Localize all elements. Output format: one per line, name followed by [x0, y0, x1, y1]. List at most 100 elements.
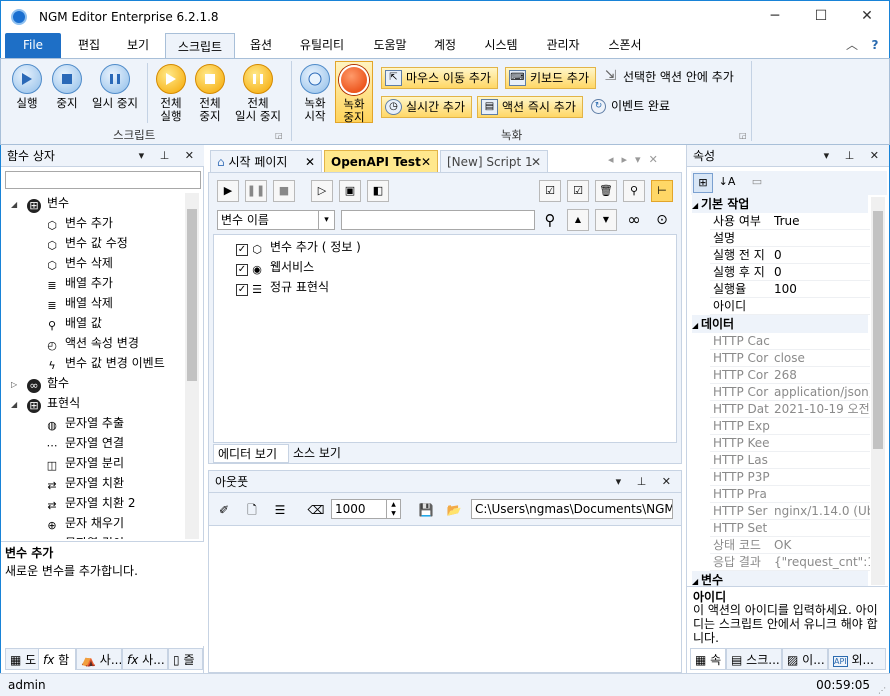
property-value[interactable]: 268	[774, 367, 870, 383]
left-tab-2[interactable]: ⛺ 사...	[76, 648, 122, 670]
delete-icon[interactable]: 🗑	[595, 180, 617, 202]
category-collapse-icon[interactable]: ◢	[692, 577, 701, 586]
right-tab-0[interactable]: ▦ 속	[690, 648, 726, 670]
editor-view-tab[interactable]: 에디터 보기	[213, 444, 289, 463]
menu-admin[interactable]: 관리자	[538, 32, 588, 58]
property-row[interactable]: HTTP Cor 268	[710, 367, 870, 384]
collapse-icon[interactable]: ◢	[11, 395, 23, 415]
collapse-ribbon-icon[interactable]: ︿	[843, 32, 861, 58]
tree-item-3[interactable]: ⬡ 변수 삭제	[45, 253, 113, 273]
menu-edit[interactable]: 편집	[67, 32, 111, 58]
tree-item-0[interactable]: ◢ ⊞ 변수	[11, 193, 69, 213]
loop-icon[interactable]: ∞	[623, 209, 645, 231]
close-window-button[interactable]: ✕	[844, 1, 890, 33]
property-row[interactable]: 아이디	[710, 298, 870, 315]
menu-sponsor[interactable]: 스폰서	[599, 32, 651, 58]
add-in-selected-action-button[interactable]: ⇲ 선택한 액션 안에 추가	[601, 67, 734, 89]
property-row[interactable]: HTTP Las	[710, 452, 870, 469]
right-tab-1[interactable]: ▤ 스크...	[726, 648, 782, 670]
property-value[interactable]: OK	[774, 537, 870, 553]
record-start-button[interactable]: 녹화 시작	[297, 64, 333, 123]
stop-button[interactable]: 중지	[45, 64, 89, 110]
function-tree-scrollbar[interactable]	[185, 193, 199, 539]
tree-item-15[interactable]: ⇄ 문자열 치환 2	[45, 493, 135, 513]
minimize-button[interactable]: ─	[752, 1, 798, 33]
property-row[interactable]: 실행 전 지 0	[710, 247, 870, 264]
menu-account[interactable]: 계정	[425, 32, 465, 58]
file-menu[interactable]: File	[5, 33, 61, 58]
run-all-button[interactable]: 전체 실행	[151, 64, 191, 123]
category-collapse-icon[interactable]: ◢	[692, 321, 701, 330]
property-row[interactable]: HTTP P3P	[710, 469, 870, 486]
expand-icon[interactable]: ▷	[11, 375, 23, 395]
tree-item-17[interactable]: ⊟문자열 길이	[45, 533, 124, 539]
property-row[interactable]: HTTP Cac	[710, 333, 870, 350]
left-tab-3[interactable]: fx 사...	[122, 648, 168, 670]
tree-item-4[interactable]: ≣ 배열 추가	[45, 273, 113, 293]
property-value[interactable]: nginx/1.14.0 (Ubu	[774, 503, 870, 519]
tree-view-icon[interactable]: ⊢	[651, 180, 673, 202]
action-checkbox[interactable]: ✓	[236, 284, 248, 296]
tree-item-5[interactable]: ≣ 배열 삭제	[45, 293, 113, 313]
output-log[interactable]	[209, 525, 681, 672]
stop-all-button[interactable]: 전체 중지	[190, 64, 230, 123]
wrap-lines-icon[interactable]: ☰	[269, 499, 291, 521]
menu-help[interactable]: 도움말	[366, 32, 414, 58]
property-value[interactable]: {"request_cnt":1,	[774, 554, 870, 570]
tree-item-6[interactable]: ⚲ 배열 값	[45, 313, 102, 333]
editor-pause-icon[interactable]: ❚❚	[245, 180, 267, 202]
category-basic[interactable]: ◢ 기본 작업	[692, 195, 868, 213]
properties-scroll-thumb[interactable]	[873, 211, 883, 449]
menu-options[interactable]: 옵션	[241, 32, 281, 58]
tree-item-12[interactable]: ⋯ 문자열 연결	[45, 433, 125, 453]
property-row[interactable]: HTTP Exp	[710, 418, 870, 435]
right-tab-3[interactable]: API 외...	[828, 648, 886, 670]
check-selected-icon[interactable]: ☑	[567, 180, 589, 202]
save-icon[interactable]: 💾	[415, 499, 437, 521]
tree-item-7[interactable]: ◴ 액션 속성 변경	[45, 333, 139, 353]
property-row[interactable]: HTTP Kee	[710, 435, 870, 452]
add-keyboard-button[interactable]: ⌨ 키보드 추가	[505, 67, 597, 89]
property-value[interactable]: 0	[774, 264, 870, 280]
folder-icon[interactable]: 📂	[443, 499, 465, 521]
pause-all-button[interactable]: 전체 일시 중지	[229, 64, 287, 123]
stepper-arrows-icon[interactable]: ▲ ▼	[386, 500, 400, 518]
property-row[interactable]: HTTP Dat 2021-10-19 오전	[710, 401, 870, 418]
tree-item-11[interactable]: ◍ 문자열 추출	[45, 413, 124, 433]
tree-item-9[interactable]: ▷ ∞ 함수	[11, 373, 69, 393]
add-realtime-button[interactable]: ◷ 실시간 추가	[381, 96, 473, 118]
tree-item-1[interactable]: ⬡ 변수 추가	[45, 213, 113, 233]
property-row[interactable]: HTTP Cor close	[710, 350, 870, 367]
property-value[interactable]: True	[774, 213, 870, 229]
editor-run-selected-icon[interactable]: ▣	[339, 180, 361, 202]
tab-new-script[interactable]: [New] Script 1 ✕	[440, 150, 548, 172]
categorized-icon[interactable]: ⊞	[693, 173, 713, 193]
tab-start-page-close-icon[interactable]: ✕	[305, 151, 315, 173]
move-down-icon[interactable]: ▼	[595, 209, 617, 231]
maximize-button[interactable]: ☐	[798, 1, 844, 33]
property-row[interactable]: 응답 결과 {"request_cnt":1,	[710, 554, 870, 571]
tree-item-14[interactable]: ⇄ 문자열 치환	[45, 473, 124, 493]
pause-button[interactable]: 일시 중지	[87, 64, 143, 110]
property-row[interactable]: HTTP Pra	[710, 486, 870, 503]
sort-alpha-icon[interactable]: ↓A	[717, 173, 737, 193]
editor-run-icon[interactable]: ▶	[217, 180, 239, 202]
menu-script[interactable]: 스크립트	[165, 33, 235, 58]
check-all-icon[interactable]: ☑	[539, 180, 561, 202]
resize-grip-icon[interactable]: ⋰	[878, 680, 886, 696]
output-path-field[interactable]: C:\Users\ngmas\Documents\NGM6\	[471, 499, 673, 519]
function-search-input[interactable]	[5, 171, 201, 189]
tree-item-13[interactable]: ◫ 문자열 분리	[45, 453, 124, 473]
tab-nav-icons[interactable]: ◂▸▾✕	[608, 153, 666, 166]
action-item-1[interactable]: ✓ ◉ 웹서비스	[236, 257, 314, 277]
script-group-launcher-icon[interactable]: ◲	[275, 131, 283, 140]
event-complete-button[interactable]: ↻ 이벤트 완료	[589, 96, 670, 118]
menu-utility[interactable]: 유틸리티	[291, 32, 353, 58]
find-in-output-icon[interactable]: 🗋	[241, 499, 263, 521]
left-tab-4[interactable]: ▯ 즐	[168, 648, 203, 670]
tab-start-page[interactable]: ⌂ 시작 페이지 ✕	[210, 150, 322, 172]
function-tree-scroll-thumb[interactable]	[187, 209, 197, 381]
tree-item-16[interactable]: ⊕ 문자 채우기	[45, 513, 124, 533]
property-row[interactable]: HTTP Set	[710, 520, 870, 537]
properties-controls-icon[interactable]: ▾ ⊥ ✕	[824, 145, 885, 167]
